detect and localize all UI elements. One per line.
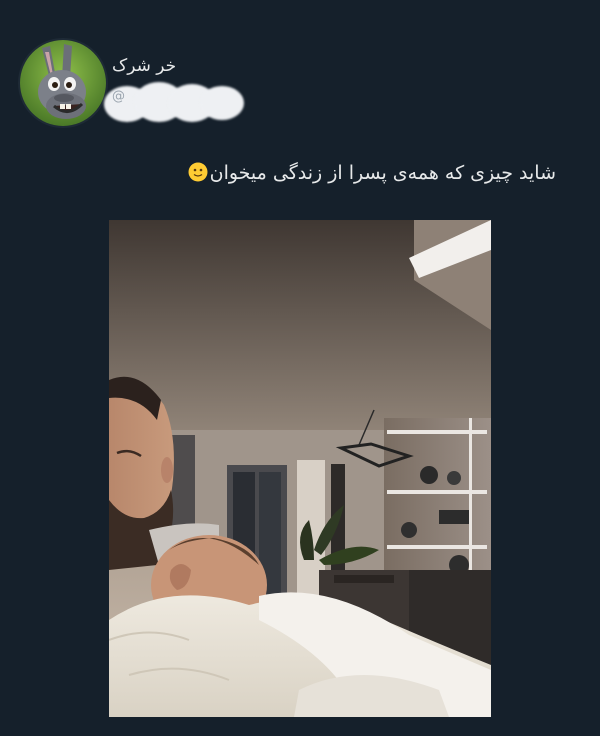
profile-avatar[interactable] [18,38,108,128]
handle-blurred[interactable]: @ [104,80,246,124]
display-name[interactable]: خر شرک [112,56,176,76]
handle-at-sign: @ [112,89,125,104]
slightly-smiling-face-icon [188,162,208,182]
tweet-text-content: شاید چیزی که همه‌ی پسرا از زندگی میخوان [209,162,556,184]
tweet-text: شاید چیزی که همه‌ی پسرا از زندگی میخوان [188,162,556,184]
blur-blob [200,86,244,120]
tweet-photo[interactable] [109,220,491,717]
tweet-card: خر شرک @ شاید چیزی که همه‌ی پسرا از زندگ… [0,0,600,736]
father-holding-sleeping-baby-photo [109,220,491,717]
donkey-avatar-icon [20,40,106,126]
